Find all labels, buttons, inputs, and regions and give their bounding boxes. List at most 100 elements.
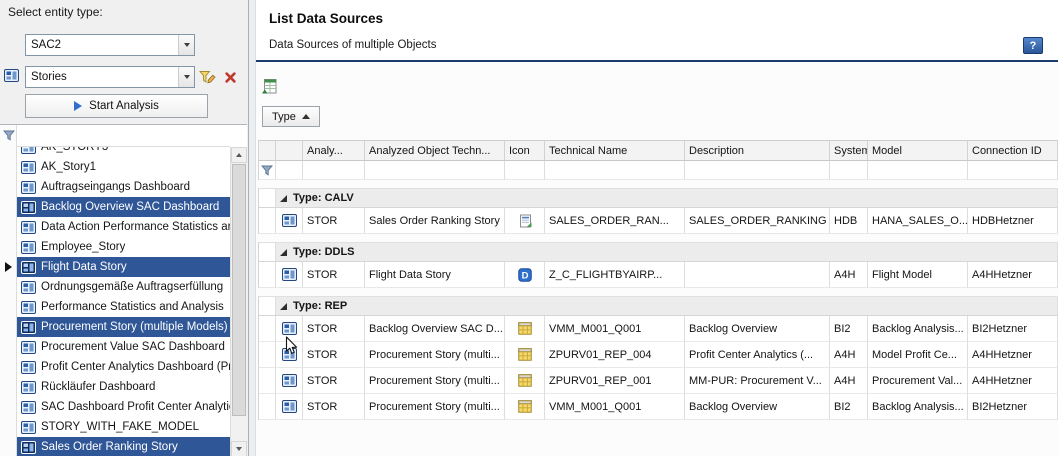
list-item-label: AK_Story1: [41, 161, 96, 173]
story-icon: [21, 341, 36, 354]
column-header[interactable]: Model: [868, 140, 968, 161]
filter-cell[interactable]: [868, 161, 968, 180]
story-icon: [276, 262, 303, 288]
filter-cell[interactable]: [968, 161, 1058, 180]
group-header-cell[interactable]: Type: DDLS: [276, 242, 1058, 262]
group-header-cell[interactable]: Type: CALV: [276, 188, 1058, 208]
column-header[interactable]: Connection ID: [968, 140, 1058, 161]
data-row[interactable]: STORFlight Data StoryDZ_C_FLIGHTBYAIRP..…: [258, 262, 1058, 288]
list-item[interactable]: Procurement Story (multiple Models): [17, 317, 230, 337]
start-analysis-button[interactable]: Start Analysis: [25, 94, 208, 118]
group-by-type-chip[interactable]: Type: [262, 106, 320, 127]
list-item[interactable]: Rückläufer Dashboard: [17, 377, 230, 397]
column-header[interactable]: [276, 140, 303, 161]
list-item[interactable]: Backlog Overview SAC Dashboard: [17, 197, 230, 217]
story-icon: [276, 208, 303, 234]
list-item[interactable]: AK_Story1: [17, 157, 230, 177]
data-row[interactable]: STORProcurement Story (multi...ZPURV01_R…: [258, 368, 1058, 394]
filter-cell[interactable]: [276, 161, 303, 180]
data-grid: Analy...Analyzed Object Techn...IconTech…: [258, 140, 1058, 420]
page-title: List Data Sources: [269, 11, 383, 26]
column-header[interactable]: Icon: [505, 140, 545, 161]
description-cell: Profit Center Analytics (...: [685, 342, 830, 368]
scrollbar-thumb[interactable]: [232, 164, 246, 416]
connection-id-cell: BI2Hetzner: [968, 316, 1058, 342]
data-row[interactable]: STORSales Order Ranking StorySALES_ORDER…: [258, 208, 1058, 234]
list-item-label: Performance Statistics and Analysis: [41, 301, 224, 313]
list-item[interactable]: SAC Dashboard Profit Center Analytic: [17, 397, 230, 417]
story-icon: [21, 161, 36, 174]
chevron-down-icon[interactable]: [178, 67, 194, 87]
story-icon: [21, 147, 36, 154]
filter-cell[interactable]: [505, 161, 545, 180]
row-indicator-cell: [258, 316, 276, 342]
list-item[interactable]: STORY_WITH_FAKE_MODEL: [17, 417, 230, 437]
selection-panel: Select entity type: SAC2 Stories Start A…: [0, 0, 248, 456]
entity-type-combobox[interactable]: SAC2: [25, 34, 195, 56]
analysis-type-cell: STOR: [303, 316, 365, 342]
column-header[interactable]: Analyzed Object Techn...: [365, 140, 505, 161]
export-spreadsheet-icon[interactable]: [261, 78, 279, 96]
object-type-combobox[interactable]: Stories: [25, 66, 195, 88]
stories-list: AK_STORY3 AK_Story1 Auftragseingangs Dashb…: [17, 147, 230, 456]
list-item[interactable]: Profit Center Analytics Dashboard (Pr: [17, 357, 230, 377]
column-header[interactable]: Description: [685, 140, 830, 161]
scroll-up-button[interactable]: [231, 147, 247, 163]
list-item[interactable]: Flight Data Story: [17, 257, 230, 277]
filter-cell[interactable]: [685, 161, 830, 180]
list-item-label: Procurement Story (multiple Models): [41, 321, 228, 333]
data-row[interactable]: STORProcurement Story (multi...VMM_M001_…: [258, 394, 1058, 420]
data-row[interactable]: STORProcurement Story (multi...ZPURV01_R…: [258, 342, 1058, 368]
list-item[interactable]: Ordnungsgemäße Auftragserfüllung: [17, 277, 230, 297]
description-cell: SALES_ORDER_RANKING: [685, 208, 830, 234]
list-item[interactable]: Performance Statistics and Analysis: [17, 297, 230, 317]
list-item[interactable]: Employee_Story: [17, 237, 230, 257]
list-item[interactable]: AK_STORY3: [17, 147, 230, 157]
vertical-scrollbar[interactable]: [230, 147, 247, 456]
expand-triangle-icon[interactable]: [280, 303, 287, 310]
connection-id-cell: A4HHetzner: [968, 368, 1058, 394]
story-icon: [21, 301, 36, 314]
panel-splitter[interactable]: [248, 0, 256, 456]
object-name-cell: Backlog Overview SAC D...: [365, 316, 505, 342]
list-filter-row[interactable]: [17, 125, 230, 147]
grid-spacer: [258, 288, 1058, 296]
red-x-icon[interactable]: [220, 68, 240, 86]
connection-id-cell: A4HHetzner: [968, 262, 1058, 288]
group-row[interactable]: Type: DDLS: [258, 242, 1058, 262]
model-cell: HANA_SALES_O...: [868, 208, 968, 234]
list-item[interactable]: Procurement Value SAC Dashboard: [17, 337, 230, 357]
filter-cell[interactable]: [365, 161, 505, 180]
group-header-cell[interactable]: Type: REP: [276, 296, 1058, 316]
filter-cell[interactable]: [830, 161, 868, 180]
object-name-cell: Procurement Story (multi...: [365, 394, 505, 420]
description-cell: MM-PUR: Procurement V...: [685, 368, 830, 394]
arrow-up-icon: [236, 153, 242, 157]
chevron-down-icon[interactable]: [178, 35, 194, 55]
column-header[interactable]: Technical Name: [545, 140, 685, 161]
scroll-down-button[interactable]: [231, 441, 247, 456]
column-header[interactable]: System: [830, 140, 868, 161]
column-header[interactable]: [258, 140, 276, 161]
help-button[interactable]: ?: [1023, 37, 1043, 54]
connection-id-cell: A4HHetzner: [968, 342, 1058, 368]
analysis-type-cell: STOR: [303, 262, 365, 288]
filter-cell[interactable]: [545, 161, 685, 180]
filter-cell[interactable]: [303, 161, 365, 180]
filter-edit-icon[interactable]: [197, 68, 217, 86]
entity-type-value: SAC2: [26, 39, 178, 51]
filter-cell[interactable]: [258, 161, 276, 180]
expand-triangle-icon[interactable]: [280, 195, 287, 202]
application-window: Select entity type: SAC2 Stories Start A…: [0, 0, 1058, 456]
column-header[interactable]: Analy...: [303, 140, 365, 161]
story-icon: [21, 421, 36, 434]
expand-triangle-icon[interactable]: [280, 249, 287, 256]
list-item[interactable]: Data Action Performance Statistics ar: [17, 217, 230, 237]
group-row[interactable]: Type: CALV: [258, 188, 1058, 208]
group-row[interactable]: Type: REP: [258, 296, 1058, 316]
list-item[interactable]: Auftragseingangs Dashboard: [17, 177, 230, 197]
data-row[interactable]: STORBacklog Overview SAC D...VMM_M001_Q0…: [258, 316, 1058, 342]
list-item[interactable]: Sales Order Ranking Story: [17, 437, 230, 456]
arrow-down-icon: [236, 447, 242, 451]
story-icon: [276, 342, 303, 368]
